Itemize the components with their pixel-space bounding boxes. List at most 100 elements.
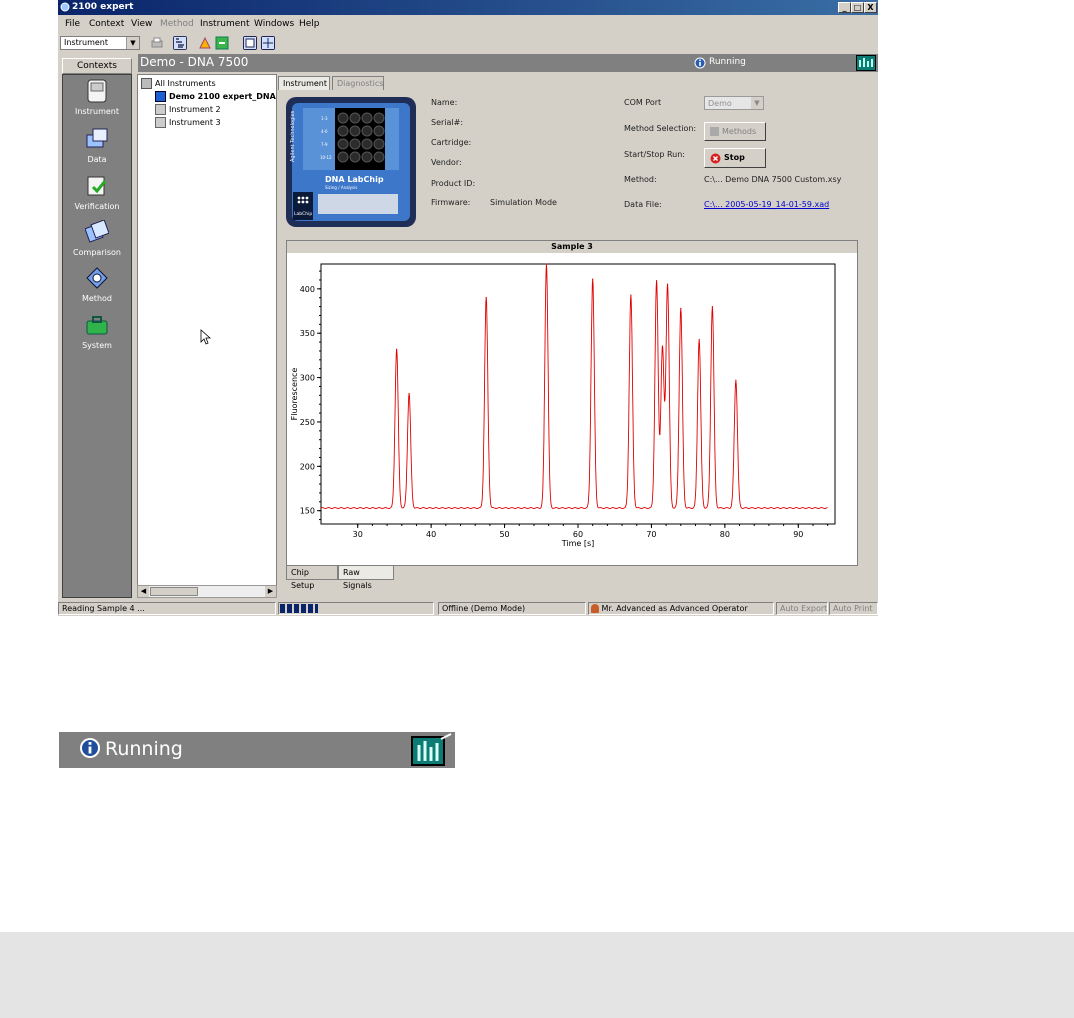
- tab-raw-signals[interactable]: Raw Signals: [338, 566, 394, 590]
- cartridge-label: Cartridge:: [431, 138, 472, 147]
- tab-instrument[interactable]: Instrument: [278, 76, 330, 90]
- y-tick-label: 350: [300, 329, 315, 338]
- contexts-header[interactable]: Contexts: [62, 58, 132, 74]
- instruments-icon: [141, 78, 152, 89]
- tree-item-label: Instrument 3: [169, 118, 221, 127]
- context-data[interactable]: Data: [63, 125, 131, 171]
- chip-image: Agilent Technologies DNA LabChip Sizing …: [286, 97, 416, 227]
- context-select[interactable]: Instrument ▼: [60, 36, 140, 50]
- peak-point: [666, 283, 669, 286]
- y-tick-label: 250: [300, 418, 315, 427]
- x-tick-label: 40: [426, 530, 436, 539]
- progress-fill: [280, 604, 318, 613]
- chevron-down-icon[interactable]: ▼: [751, 97, 763, 109]
- context-system[interactable]: System: [63, 311, 131, 357]
- menu-file[interactable]: File: [65, 19, 80, 29]
- context-label: Instrument: [74, 107, 119, 116]
- tree-item-demo[interactable]: Demo 2100 expert_DNA: [155, 91, 276, 102]
- method-value: C:\... Demo DNA 7500 Custom.xsy: [704, 175, 842, 184]
- window-title: 2100 expert: [72, 2, 134, 12]
- name-label: Name:: [431, 98, 458, 107]
- tree-item-label: Demo 2100 expert_DNA: [169, 92, 276, 101]
- close-button[interactable]: X: [864, 2, 877, 13]
- maximize-button[interactable]: □: [851, 2, 864, 13]
- tree-horizontal-scrollbar[interactable]: ◀ ▶: [137, 585, 277, 598]
- menu-help[interactable]: Help: [299, 19, 320, 29]
- peak-point: [408, 392, 410, 395]
- minimize-button[interactable]: _: [838, 2, 851, 13]
- single-view-icon[interactable]: [243, 36, 257, 50]
- tab-chip-setup[interactable]: Chip Setup: [286, 566, 338, 590]
- progress-bar: [278, 602, 434, 615]
- chart-title: Sample 3: [287, 241, 857, 253]
- data-icon: [86, 128, 108, 148]
- info-icon: [80, 738, 100, 758]
- chip-logo: LabChip: [294, 211, 312, 217]
- tree-root-label: All Instruments: [155, 79, 216, 88]
- method-label: Method:: [624, 175, 657, 184]
- grid-view-icon[interactable]: [261, 36, 275, 50]
- instrument-selected-icon: [155, 91, 166, 102]
- mode-status: Offline (Demo Mode): [438, 602, 586, 615]
- scroll-left-icon[interactable]: ◀: [138, 586, 149, 597]
- tree-root[interactable]: All Instruments: [141, 78, 216, 89]
- context-instrument[interactable]: Instrument: [63, 77, 131, 123]
- method-icon: [86, 267, 108, 289]
- product-id-label: Product ID:: [431, 179, 476, 188]
- chevron-down-icon[interactable]: ▼: [126, 37, 139, 49]
- print-icon[interactable]: [150, 36, 164, 50]
- auto-export-status[interactable]: Auto Export: [776, 602, 828, 615]
- x-tick-label: 60: [573, 530, 583, 539]
- context-label: Comparison: [73, 248, 121, 257]
- y-tick-label: 300: [300, 374, 315, 383]
- peak-point: [592, 278, 594, 280]
- auto-print-status[interactable]: Auto Print: [829, 602, 878, 615]
- context-comparison[interactable]: Comparison: [63, 218, 131, 264]
- x-axis-label: Time [s]: [561, 539, 595, 548]
- menu-bar: File Context View Method Instrument Wind…: [58, 15, 878, 33]
- info-icon: [694, 57, 706, 69]
- run-icon[interactable]: [198, 36, 212, 50]
- menu-view[interactable]: View: [131, 19, 152, 29]
- verification-icon: [87, 176, 107, 196]
- context-select-value: Instrument: [64, 38, 109, 47]
- user-status: Mr. Advanced as Advanced Operator: [588, 602, 774, 615]
- instrument-header: Demo - DNA 7500 Running: [138, 54, 878, 72]
- user-status-label: Mr. Advanced as Advanced Operator: [601, 604, 748, 613]
- menu-method[interactable]: Method: [160, 19, 194, 29]
- tree-item-instrument-3[interactable]: Instrument 3: [155, 117, 221, 128]
- method-selection-label: Method Selection:: [624, 124, 697, 133]
- scroll-right-icon[interactable]: ▶: [265, 586, 276, 597]
- data-file-link[interactable]: C:\... 2005-05-19_14-01-59.xad: [704, 200, 829, 209]
- x-tick-label: 50: [499, 530, 509, 539]
- menu-instrument[interactable]: Instrument: [200, 19, 250, 29]
- tab-diagnostics[interactable]: Diagnostics: [332, 76, 384, 90]
- com-port-label: COM Port: [624, 98, 662, 107]
- tree-view-icon[interactable]: [173, 36, 187, 50]
- methods-button-label: Methods: [722, 127, 757, 136]
- com-port-select[interactable]: Demo ▼: [704, 96, 764, 110]
- instrument-status-icon[interactable]: [856, 55, 876, 71]
- chip-well-label: 10-12: [320, 155, 332, 160]
- menu-context[interactable]: Context: [89, 19, 124, 29]
- peak-point: [698, 338, 700, 341]
- context-method[interactable]: Method: [63, 264, 131, 310]
- y-axis-label: Fluorescence: [290, 368, 299, 421]
- methods-icon: [710, 127, 719, 136]
- x-tick-label: 70: [646, 530, 656, 539]
- refresh-icon[interactable]: [215, 36, 229, 50]
- tree-item-instrument-2[interactable]: Instrument 2: [155, 104, 221, 115]
- firmware-label: Firmware:: [431, 198, 471, 207]
- stop-icon: [710, 153, 721, 164]
- x-tick-label: 90: [793, 530, 803, 539]
- scroll-thumb[interactable]: [150, 587, 198, 596]
- title-bar: 2100 expert _ □ X: [58, 0, 878, 15]
- instrument-icon: [87, 79, 107, 103]
- instrument-tree: All Instruments Demo 2100 expert_DNA Ins…: [137, 74, 277, 598]
- menu-windows[interactable]: Windows: [254, 19, 294, 29]
- app-icon: [60, 2, 70, 12]
- stop-button[interactable]: Stop: [704, 148, 766, 168]
- methods-button[interactable]: Methods: [704, 122, 766, 141]
- peak-point: [545, 263, 548, 265]
- context-verification[interactable]: Verification: [63, 172, 131, 218]
